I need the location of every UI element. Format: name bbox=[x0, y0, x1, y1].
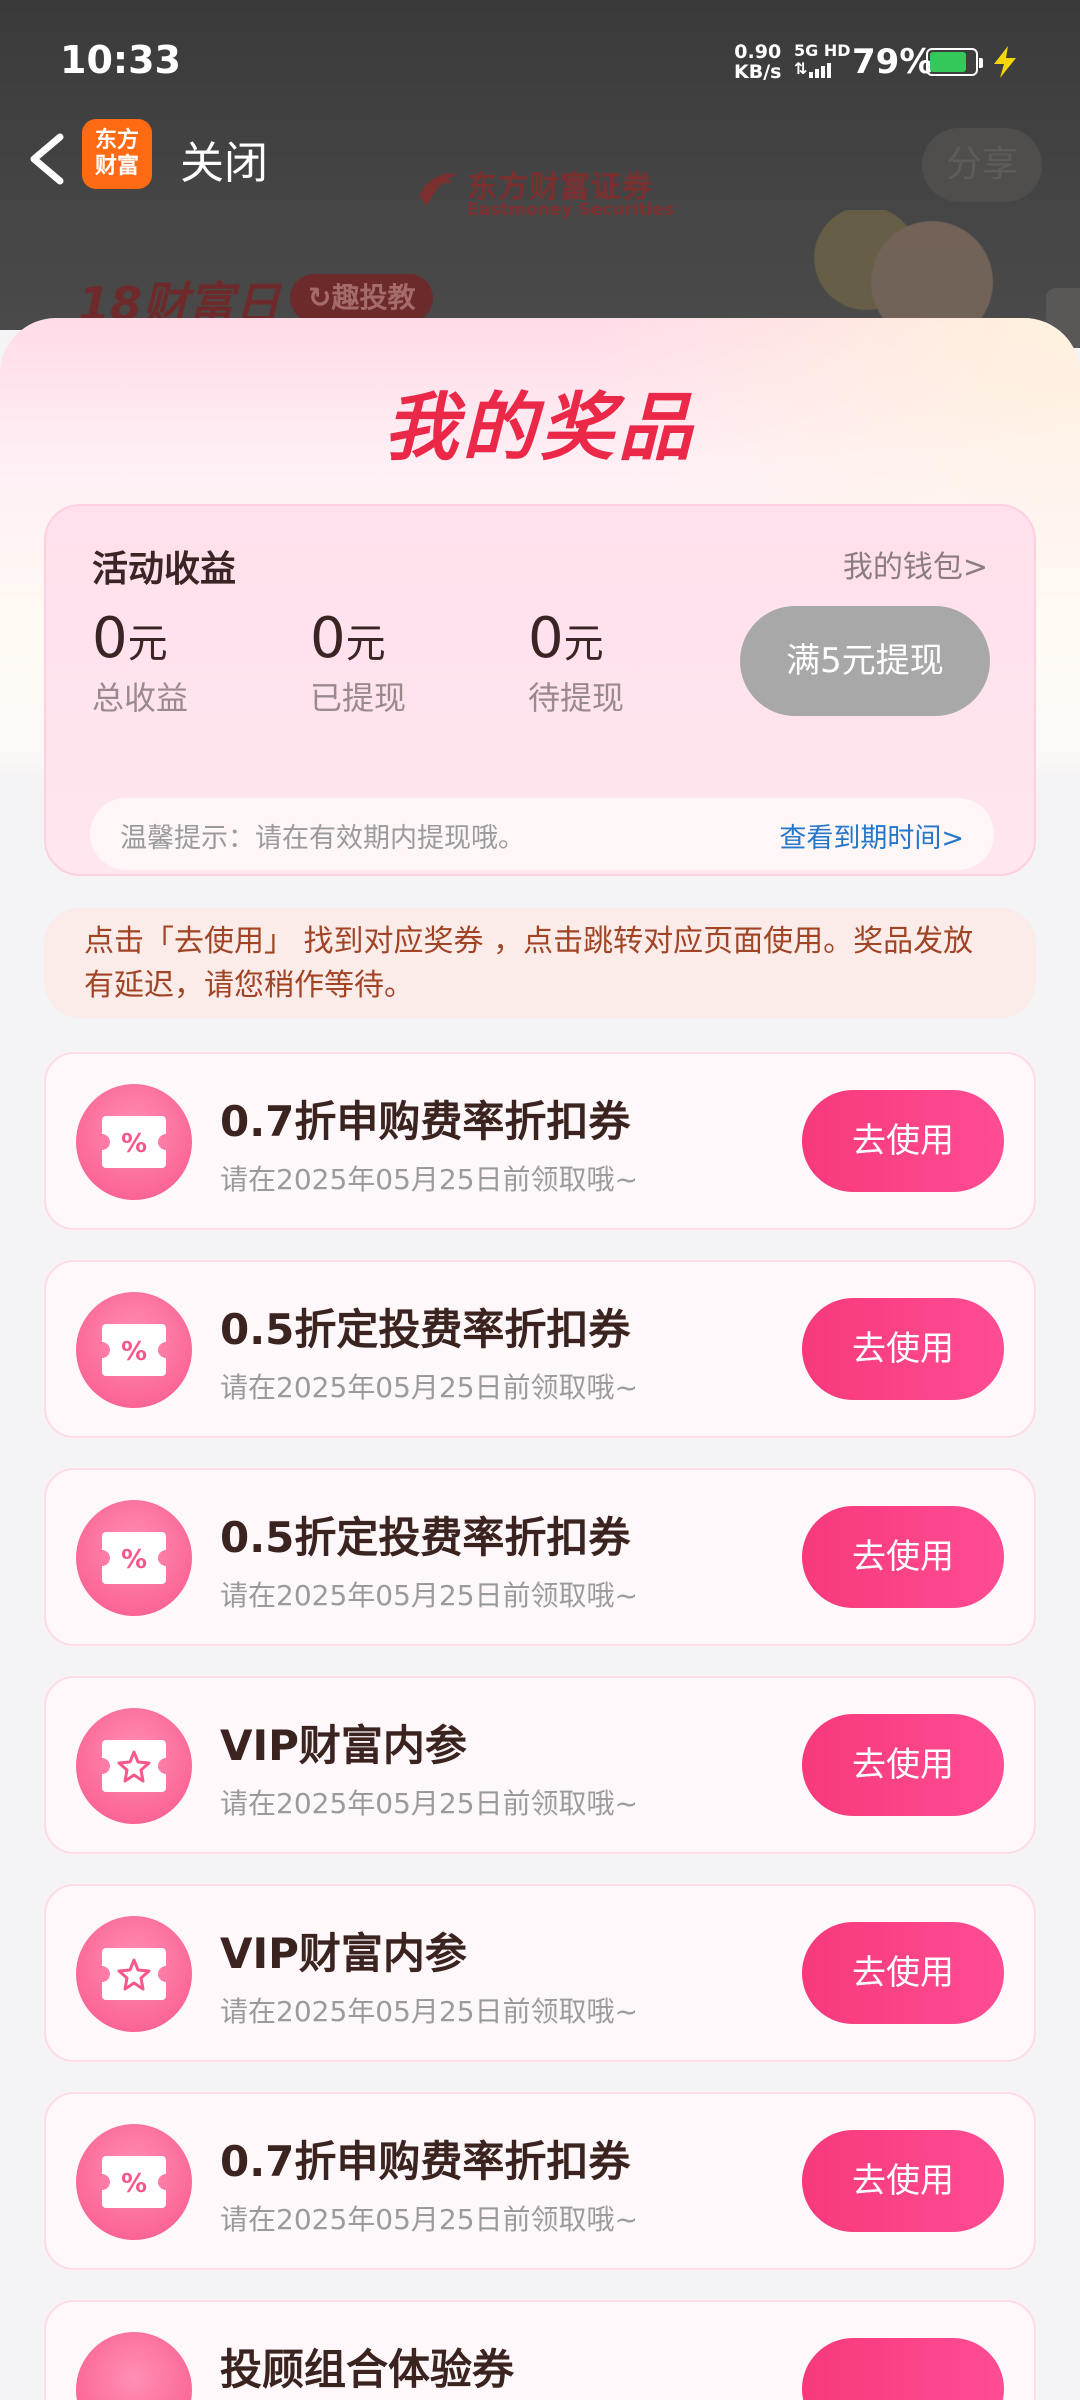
use-button[interactable] bbox=[802, 2338, 1004, 2400]
earnings-card: 活动收益 我的钱包> 0元 总收益 0元 已提现 0元 待提现 满5元提现 温馨… bbox=[44, 504, 1036, 876]
prize-card: % 0.5折定投费率折扣券 请在2025年05月25日前领取哦~ 去使用 bbox=[44, 1468, 1036, 1646]
prize-expiry: 请在2025年05月25日前领取哦~ bbox=[220, 1579, 638, 1612]
stat-value: 0 bbox=[528, 606, 564, 671]
stat-label: 待提现 bbox=[528, 679, 625, 717]
view-expiry-link[interactable]: 查看到期时间> bbox=[779, 816, 964, 855]
stat-value: 0 bbox=[92, 606, 128, 671]
percent-coupon-icon: % bbox=[76, 2124, 192, 2240]
use-button[interactable]: 去使用 bbox=[802, 1922, 1004, 2024]
prize-name: 0.5折定投费率折扣券 bbox=[220, 1305, 631, 1354]
prize-expiry: 请在2025年05月25日前领取哦~ bbox=[220, 2203, 638, 2236]
svg-text:%: % bbox=[121, 1129, 147, 1159]
percent-coupon-icon: % bbox=[76, 1500, 192, 1616]
prize-name: VIP财富内参 bbox=[220, 1721, 467, 1770]
prize-card-partial: 投顾组合体验券 bbox=[44, 2300, 1036, 2400]
prize-name: 0.5折定投费率折扣券 bbox=[220, 1513, 631, 1562]
prize-name: 0.7折申购费率折扣券 bbox=[220, 1097, 631, 1146]
stat-pending: 0元 待提现 bbox=[528, 606, 624, 719]
svg-text:%: % bbox=[121, 1337, 147, 1367]
charging-bolt-icon bbox=[994, 46, 1016, 78]
svg-text:%: % bbox=[121, 1545, 147, 1575]
prize-expiry: 请在2025年05月25日前领取哦~ bbox=[220, 1371, 638, 1404]
star-coupon-icon bbox=[76, 1916, 192, 2032]
notice-banner: 点击「去使用」 找到对应奖券 ，点击跳转对应页面使用。奖品发放有延迟，请您稍作等… bbox=[44, 908, 1036, 1018]
use-button[interactable]: 去使用 bbox=[802, 1298, 1004, 1400]
stat-unit: 元 bbox=[563, 621, 604, 667]
prize-card: % 0.7折申购费率折扣券 请在2025年05月25日前领取哦~ 去使用 bbox=[44, 2092, 1036, 2270]
stat-total-earnings: 0元 总收益 bbox=[92, 606, 188, 719]
prize-name: 0.7折申购费率折扣券 bbox=[220, 2137, 631, 2186]
prize-card: VIP财富内参 请在2025年05月25日前领取哦~ 去使用 bbox=[44, 1884, 1036, 2062]
use-button[interactable]: 去使用 bbox=[802, 1714, 1004, 1816]
prize-card: % 0.5折定投费率折扣券 请在2025年05月25日前领取哦~ 去使用 bbox=[44, 1260, 1036, 1438]
background-banner-pill: ↻趣投教 bbox=[290, 274, 434, 322]
screen: 东方财富证券 Eastmoney Securities 18财富日 ↻趣投教 分… bbox=[0, 0, 1080, 2400]
star-coupon-icon bbox=[76, 1708, 192, 1824]
background-decoration bbox=[800, 210, 1020, 330]
prize-name: VIP财富内参 bbox=[220, 1929, 467, 1978]
status-bar: 10:33 0.90 KB/s 5G HD ⇅ 79% bbox=[0, 0, 1080, 120]
status-time: 10:33 bbox=[60, 38, 181, 82]
app-logo-line2: 财富 bbox=[94, 154, 139, 179]
percent-coupon-icon: % bbox=[76, 1084, 192, 1200]
stat-label: 已提现 bbox=[310, 679, 407, 717]
app-logo-line1: 东方 bbox=[94, 128, 139, 153]
withdraw-button[interactable]: 满5元提现 bbox=[740, 606, 990, 716]
prize-expiry: 请在2025年05月25日前领取哦~ bbox=[220, 1995, 638, 2028]
network-speed: 0.90 KB/s bbox=[734, 42, 781, 82]
signal-icon: 5G HD ⇅ bbox=[794, 41, 851, 78]
percent-coupon-icon bbox=[76, 2332, 192, 2400]
my-prizes-sheet: 我的奖品 活动收益 我的钱包> 0元 总收益 0元 已提现 0元 待提现 满5元… bbox=[0, 318, 1080, 2400]
my-wallet-link[interactable]: 我的钱包> bbox=[843, 542, 988, 586]
prize-card: VIP财富内参 请在2025年05月25日前领取哦~ 去使用 bbox=[44, 1676, 1036, 1854]
prize-name: 投顾组合体验券 bbox=[220, 2345, 515, 2394]
use-button[interactable]: 去使用 bbox=[802, 2130, 1004, 2232]
prize-expiry: 请在2025年05月25日前领取哦~ bbox=[220, 1163, 638, 1196]
svg-text:%: % bbox=[121, 2169, 147, 2199]
network-type: 5G HD bbox=[794, 41, 851, 60]
battery-icon bbox=[926, 48, 983, 76]
background-banner-pill-label: 趣投教 bbox=[331, 281, 416, 314]
tip-bar: 温馨提示：请在有效期内提现哦。 查看到期时间> bbox=[90, 798, 994, 870]
battery-percent: 79% bbox=[852, 42, 934, 82]
stat-value: 0 bbox=[310, 606, 346, 671]
close-button[interactable]: 关闭 bbox=[180, 127, 268, 191]
use-button[interactable]: 去使用 bbox=[802, 1506, 1004, 1608]
earnings-title: 活动收益 bbox=[92, 549, 237, 590]
percent-coupon-icon: % bbox=[76, 1292, 192, 1408]
back-arrow-icon[interactable] bbox=[22, 119, 72, 199]
stat-unit: 元 bbox=[345, 621, 386, 667]
prize-expiry: 请在2025年05月25日前领取哦~ bbox=[220, 1787, 638, 1820]
stat-withdrawn: 0元 已提现 bbox=[310, 606, 406, 719]
use-button[interactable]: 去使用 bbox=[802, 1090, 1004, 1192]
network-speed-value: 0.90 bbox=[734, 41, 782, 63]
app-logo: 东方 财富 bbox=[82, 119, 152, 189]
network-speed-unit: KB/s bbox=[734, 61, 782, 83]
top-nav: 东方 财富 关闭 bbox=[0, 115, 1080, 205]
stat-label: 总收益 bbox=[92, 679, 189, 717]
prize-card: % 0.7折申购费率折扣券 请在2025年05月25日前领取哦~ 去使用 bbox=[44, 1052, 1036, 1230]
stat-unit: 元 bbox=[127, 621, 168, 667]
sheet-title: 我的奖品 bbox=[384, 385, 696, 471]
tip-text: 温馨提示：请在有效期内提现哦。 bbox=[120, 823, 525, 854]
